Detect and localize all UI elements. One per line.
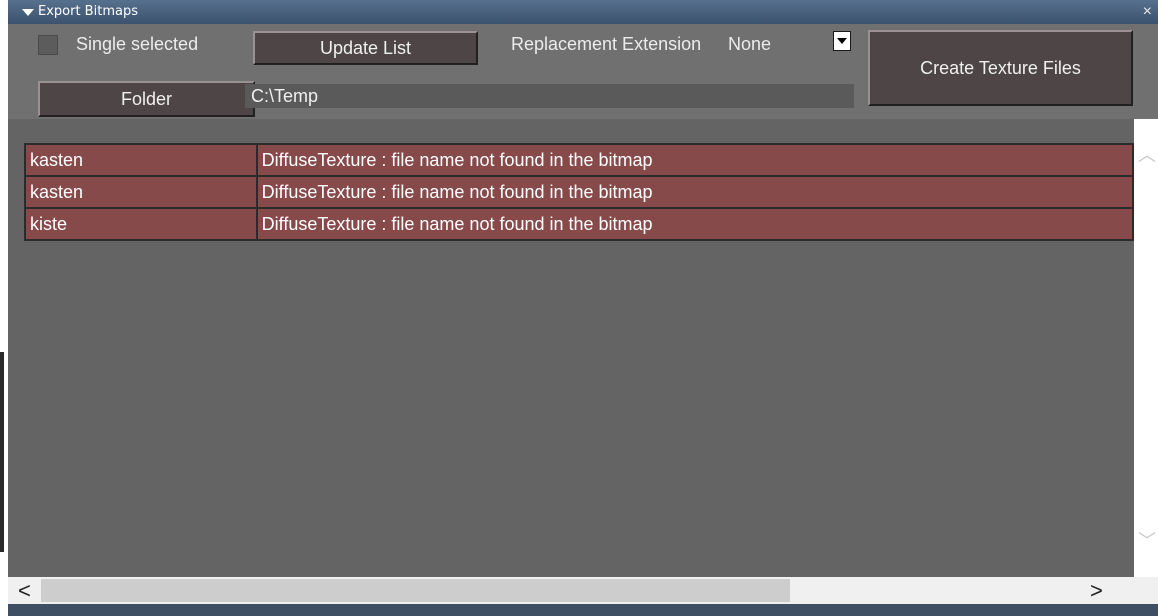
bitmap-list[interactable]: kasten DiffuseTexture : file name not fo… <box>8 119 1134 577</box>
single-selected-label: Single selected <box>76 34 199 54</box>
single-selected-checkbox[interactable] <box>38 35 58 55</box>
scroll-left-icon[interactable]: < <box>18 577 31 604</box>
folder-button[interactable]: Folder <box>38 81 255 117</box>
panel-title: Export Bitmaps <box>38 4 138 19</box>
table-row[interactable]: kiste DiffuseTexture : file name not fou… <box>24 207 1134 241</box>
row-name-cell: kiste <box>24 207 258 241</box>
scroll-down-icon[interactable]: ﹀ <box>1138 527 1156 553</box>
close-icon[interactable]: × <box>1143 0 1152 24</box>
bottom-bar <box>8 604 1158 616</box>
row-name-cell: kasten <box>24 143 258 177</box>
bitmap-table: kasten DiffuseTexture : file name not fo… <box>24 143 1134 241</box>
row-message-cell: DiffuseTexture : file name not found in … <box>255 175 1134 209</box>
replacement-extension-value[interactable]: None <box>728 34 771 55</box>
replacement-extension-dropdown[interactable] <box>833 31 851 51</box>
create-texture-files-button[interactable]: Create Texture Files <box>868 30 1133 106</box>
scrollbar-thumb[interactable] <box>41 579 790 602</box>
row-message-cell: DiffuseTexture : file name not found in … <box>255 207 1134 241</box>
collapse-arrow-icon[interactable] <box>22 9 34 16</box>
chevron-down-icon <box>837 38 847 44</box>
scroll-up-icon[interactable]: ︿ <box>1138 141 1156 167</box>
edge-mark <box>0 352 4 552</box>
row-name-cell: kasten <box>24 175 258 209</box>
replacement-extension-label: Replacement Extension <box>511 34 702 54</box>
export-bitmaps-panel: Export Bitmaps × Single selected Update … <box>8 0 1158 616</box>
horizontal-scrollbar[interactable]: < > <box>8 577 1158 604</box>
panel-titlebar[interactable]: Export Bitmaps × <box>8 0 1158 24</box>
table-row[interactable]: kasten DiffuseTexture : file name not fo… <box>24 143 1134 177</box>
scroll-right-icon[interactable]: > <box>1090 577 1103 604</box>
update-list-button[interactable]: Update List <box>253 31 478 65</box>
row-message-cell: DiffuseTexture : file name not found in … <box>255 143 1134 177</box>
toolbar: Single selected Update List Replacement … <box>8 24 1158 119</box>
left-window-edge <box>0 0 8 616</box>
table-row[interactable]: kasten DiffuseTexture : file name not fo… <box>24 175 1134 209</box>
vertical-scrollbar[interactable]: ︿ ﹀ <box>1134 119 1158 577</box>
folder-path-field[interactable]: C:\Temp <box>245 84 854 108</box>
